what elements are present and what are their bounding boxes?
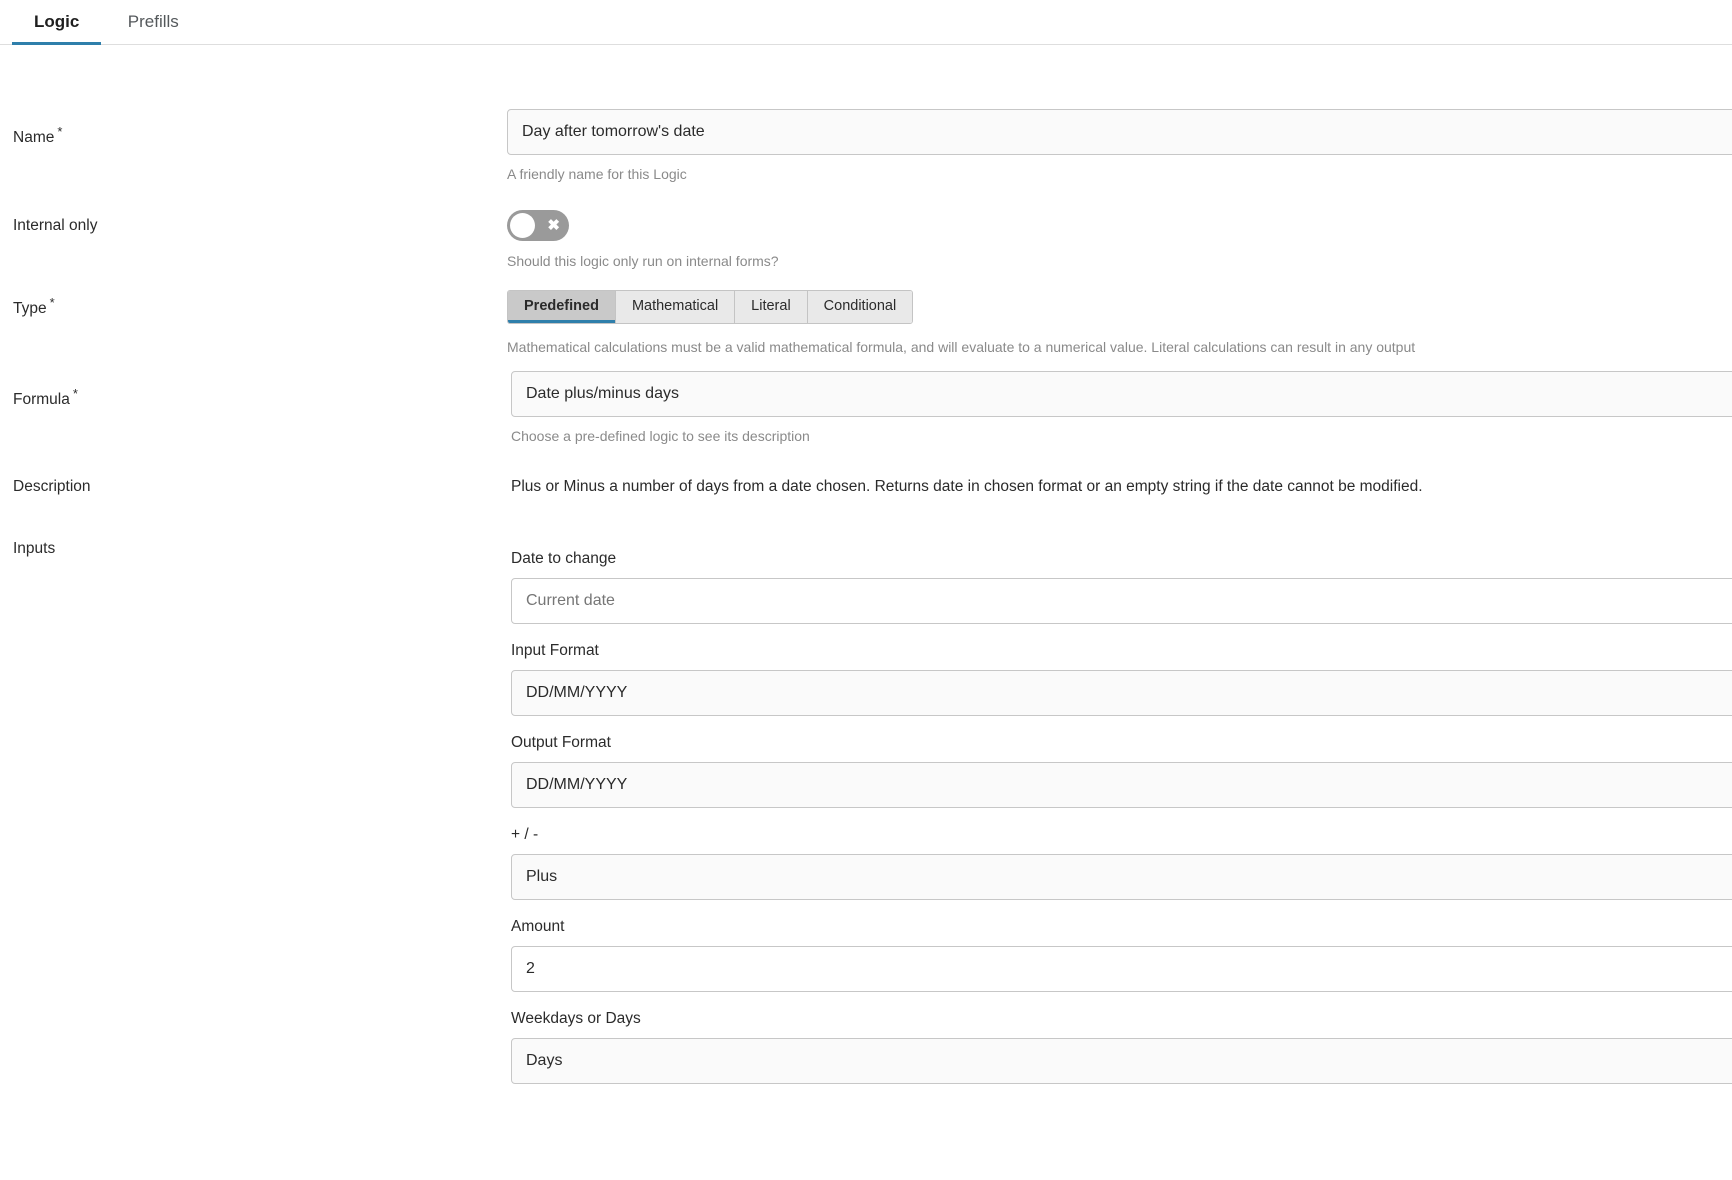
plus-minus-select[interactable]: Plus [511, 854, 1732, 900]
internal-only-field-wrap: ✖ Should this logic only run on internal… [507, 210, 779, 269]
date-to-change-label: Date to change [511, 550, 617, 567]
name-input[interactable]: Day after tomorrow's date [507, 109, 1732, 155]
inputs-label: Inputs [13, 540, 56, 557]
description-value-wrap: Plus or Minus a number of days from a da… [511, 478, 1423, 496]
name-required-marker: * [57, 124, 63, 139]
tab-prefills-label: Prefills [127, 12, 179, 31]
toggle-knob [510, 213, 535, 238]
input-group-input-format: Input Format DD/MM/YYYY [511, 642, 1732, 716]
type-required-marker: * [49, 295, 55, 310]
type-option-conditional[interactable]: Conditional [807, 291, 913, 323]
tab-logic[interactable]: Logic [12, 0, 102, 45]
amount-label: Amount [511, 918, 565, 935]
input-group-date-to-change: Date to change Current date [511, 550, 1732, 624]
output-format-label: Output Format [511, 734, 611, 751]
input-group-plus-minus: + / - Plus [511, 826, 1732, 900]
description-label: Description [13, 478, 91, 495]
tab-logic-label: Logic [34, 12, 80, 31]
name-field-wrap: Day after tomorrow's date A friendly nam… [507, 109, 1732, 182]
weekdays-or-days-label: Weekdays or Days [511, 1010, 641, 1027]
name-help-text: A friendly name for this Logic [507, 166, 687, 182]
weekdays-or-days-select[interactable]: Days [511, 1038, 1732, 1084]
input-format-select[interactable]: DD/MM/YYYY [511, 670, 1732, 716]
input-group-amount: Amount 2 [511, 918, 1732, 992]
internal-only-toggle[interactable]: ✖ [507, 210, 569, 241]
input-group-output-format: Output Format DD/MM/YYYY [511, 734, 1732, 808]
input-format-label: Input Format [511, 642, 599, 659]
date-to-change-select[interactable]: Current date [511, 578, 1732, 624]
formula-field-wrap: Date plus/minus days Choose a pre-define… [511, 371, 1732, 444]
type-help-text: Mathematical calculations must be a vali… [507, 339, 1416, 355]
type-option-mathematical[interactable]: Mathematical [615, 291, 736, 323]
formula-select[interactable]: Date plus/minus days [511, 371, 1732, 417]
type-option-literal[interactable]: Literal [735, 291, 808, 323]
internal-only-help-text: Should this logic only run on internal f… [507, 253, 779, 269]
output-format-select[interactable]: DD/MM/YYYY [511, 762, 1732, 808]
tab-bar: Logic Prefills [0, 0, 1732, 45]
type-label: Type * [13, 295, 55, 318]
name-label: Name * [13, 124, 63, 147]
description-text: Plus or Minus a number of days from a da… [511, 478, 1423, 495]
close-icon: ✖ [547, 217, 560, 234]
tab-prefills[interactable]: Prefills [106, 0, 201, 44]
amount-input[interactable]: 2 [511, 946, 1732, 992]
formula-label: Formula * [13, 386, 78, 409]
internal-only-label: Internal only [13, 217, 98, 234]
type-segmented-control: Predefined Mathematical Literal Conditio… [507, 290, 914, 324]
formula-required-marker: * [72, 386, 78, 401]
type-field-wrap: Predefined Mathematical Literal Conditio… [507, 290, 1415, 355]
formula-help-text: Choose a pre-defined logic to see its de… [511, 428, 810, 444]
input-group-weekdays-or-days: Weekdays or Days Days [511, 1010, 1732, 1084]
plus-minus-label: + / - [511, 826, 539, 843]
type-option-predefined[interactable]: Predefined [508, 291, 616, 323]
